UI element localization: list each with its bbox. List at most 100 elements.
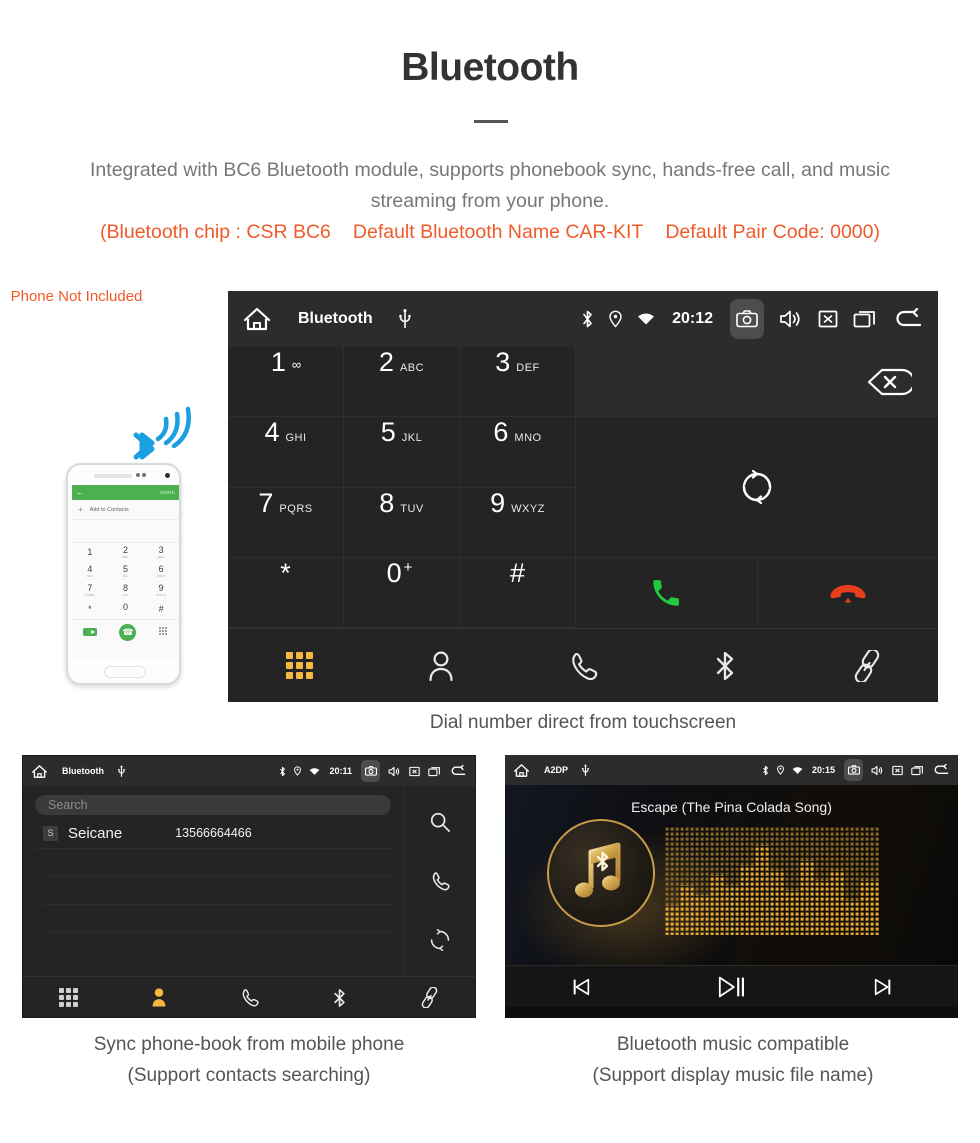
home-icon[interactable] (242, 306, 272, 332)
home-icon[interactable] (31, 764, 48, 779)
key-num: 8 (379, 487, 395, 518)
search-input[interactable]: Search (35, 795, 391, 815)
back-arrow-icon[interactable] (932, 764, 950, 776)
tab-contacts[interactable] (113, 987, 203, 1008)
statusbar-left: Bluetooth (31, 764, 125, 779)
phone-mockup: ← MORE + Add to Contacts 1 2 ABC 3 DEF 4 GH… (50, 405, 200, 715)
backspace-icon[interactable] (866, 367, 912, 397)
back-arrow-icon[interactable] (892, 308, 924, 330)
tab-call-log[interactable] (204, 987, 294, 1008)
key-5[interactable]: 5 JKL (344, 417, 460, 488)
next-button[interactable] (807, 976, 958, 998)
recent-apps-icon[interactable] (911, 765, 924, 776)
tab-pair[interactable] (385, 987, 475, 1008)
volume-icon[interactable] (779, 309, 803, 329)
phone-handset-icon[interactable] (430, 870, 450, 892)
keypad-grid-icon (58, 988, 78, 1007)
key-6[interactable]: 6 MNO (460, 417, 576, 488)
volume-icon[interactable] (388, 766, 401, 777)
key-9[interactable]: 9 WXYZ (460, 487, 576, 558)
call-button[interactable] (576, 558, 758, 628)
tab-contacts[interactable] (370, 650, 512, 682)
dialer-body: 1 ∞ 2 ABC 3 DEF 4 GHI 5 JKL 6 MNO 7 PQRS 8 TUV 9… (228, 347, 938, 628)
statusbar-right: 20:12 (581, 299, 924, 339)
phone-screen: ← MORE + Add to Contacts 1 2 ABC 3 DEF 4 GH… (72, 485, 179, 658)
search-icon[interactable] (429, 811, 451, 833)
back-arrow-icon[interactable] (449, 765, 467, 777)
list-item-empty (43, 877, 391, 905)
key-0[interactable]: 0 + (344, 557, 460, 628)
key-2[interactable]: 2 ABC (344, 347, 460, 418)
dialer-caption: Dial number direct from touchscreen (429, 712, 737, 733)
wifi-icon (637, 312, 655, 326)
statusbar-clock: 20:12 (672, 310, 713, 327)
phone-key-num: * (88, 604, 92, 614)
tab-call-log[interactable] (512, 650, 654, 682)
statusbar-title: Bluetooth (298, 310, 373, 327)
title-divider (474, 120, 508, 123)
sync-button[interactable] (576, 417, 938, 558)
tab-pair[interactable] (796, 649, 938, 682)
search-placeholder: Search (48, 798, 88, 812)
statusbar-right: 20:11 (279, 760, 467, 782)
number-display-field[interactable] (576, 347, 938, 417)
phone-add-contact-label: Add to Contacts (89, 506, 129, 513)
tab-keypad[interactable] (228, 652, 370, 679)
key-num: 4 (264, 417, 280, 448)
statusbar-title: Bluetooth (62, 766, 104, 776)
sync-icon[interactable] (429, 929, 451, 952)
key-3[interactable]: 3 DEF (460, 347, 576, 418)
spec-line: (Bluetooth chip : CSR BC6 Default Blueto… (30, 221, 950, 244)
spectrum-visualizer (665, 827, 880, 935)
phone-key-sub: DEF (157, 555, 165, 559)
camera-icon[interactable] (361, 760, 380, 782)
phonebook-body: Search S Seicane 13566664466 (23, 786, 475, 976)
dialer-tabbar (228, 628, 938, 702)
recent-apps-icon[interactable] (428, 766, 441, 777)
tab-bluetooth[interactable] (654, 649, 796, 683)
location-icon (777, 765, 784, 775)
key-8[interactable]: 8 TUV (344, 487, 460, 558)
camera-icon[interactable] (730, 299, 764, 339)
tab-bluetooth[interactable] (294, 987, 384, 1009)
tab-keypad[interactable] (23, 988, 113, 1007)
key-1[interactable]: 1 ∞ (228, 347, 344, 418)
play-pause-button[interactable] (656, 974, 807, 1000)
phone-key-num: 8 (122, 583, 128, 593)
recent-apps-icon[interactable] (853, 309, 877, 329)
camera-icon[interactable] (844, 759, 863, 781)
plus-icon: + (78, 505, 83, 514)
music-controls (505, 965, 958, 1007)
mute-box-icon[interactable] (409, 766, 420, 777)
list-item[interactable]: S Seicane 13566664466 (35, 818, 391, 849)
mute-box-icon[interactable] (892, 765, 903, 776)
phone-key: 6 MNO (143, 562, 179, 581)
sync-icon (740, 470, 774, 504)
dialer-statusbar: Bluetooth 20:12 (228, 291, 938, 347)
key-star[interactable]: * (228, 557, 344, 628)
key-4[interactable]: 4 GHI (228, 417, 344, 488)
call-actions (576, 558, 938, 628)
phonebook-caption: Sync phone-book from mobile phone (Suppo… (12, 1029, 486, 1091)
phone-key: 0 + (108, 600, 144, 619)
phone-earpiece (94, 474, 132, 478)
play-pause-icon (717, 974, 747, 1000)
song-title: Escape (The Pina Colada Song) (631, 799, 832, 815)
key-letters: MNO (514, 432, 542, 445)
bluetooth-feature-page: Bluetooth Integrated with BC6 Bluetooth … (0, 0, 980, 1143)
statusbar-title: A2DP (544, 765, 569, 775)
phone-key-num: 4 (87, 564, 93, 574)
key-num: 6 (493, 417, 509, 448)
hangup-button[interactable] (757, 558, 938, 628)
previous-button[interactable] (505, 976, 656, 998)
volume-icon[interactable] (871, 765, 884, 776)
phone-key-sub: GHI (86, 574, 93, 578)
phone-key-num: 6 (158, 564, 164, 574)
contact-list: Search S Seicane 13566664466 (23, 786, 403, 976)
home-icon[interactable] (513, 763, 530, 778)
mute-box-icon[interactable] (818, 309, 838, 329)
phone-handset-icon (568, 650, 598, 682)
contact-person-icon (150, 987, 168, 1008)
key-hash[interactable]: # (460, 557, 576, 628)
key-7[interactable]: 7 PQRS (228, 487, 344, 558)
